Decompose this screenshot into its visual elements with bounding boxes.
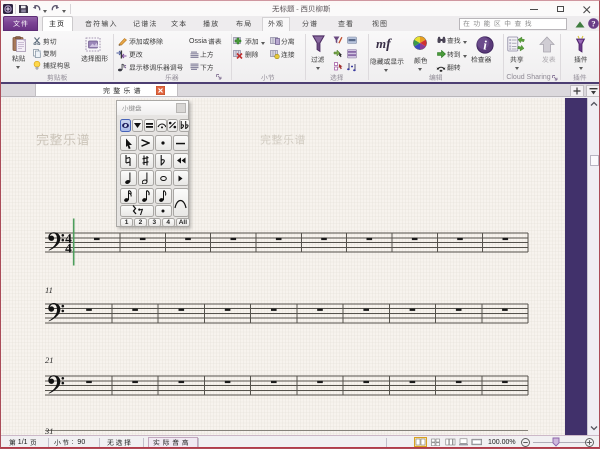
svg-text:?: ? xyxy=(591,18,595,28)
svg-text:i: i xyxy=(483,37,487,52)
